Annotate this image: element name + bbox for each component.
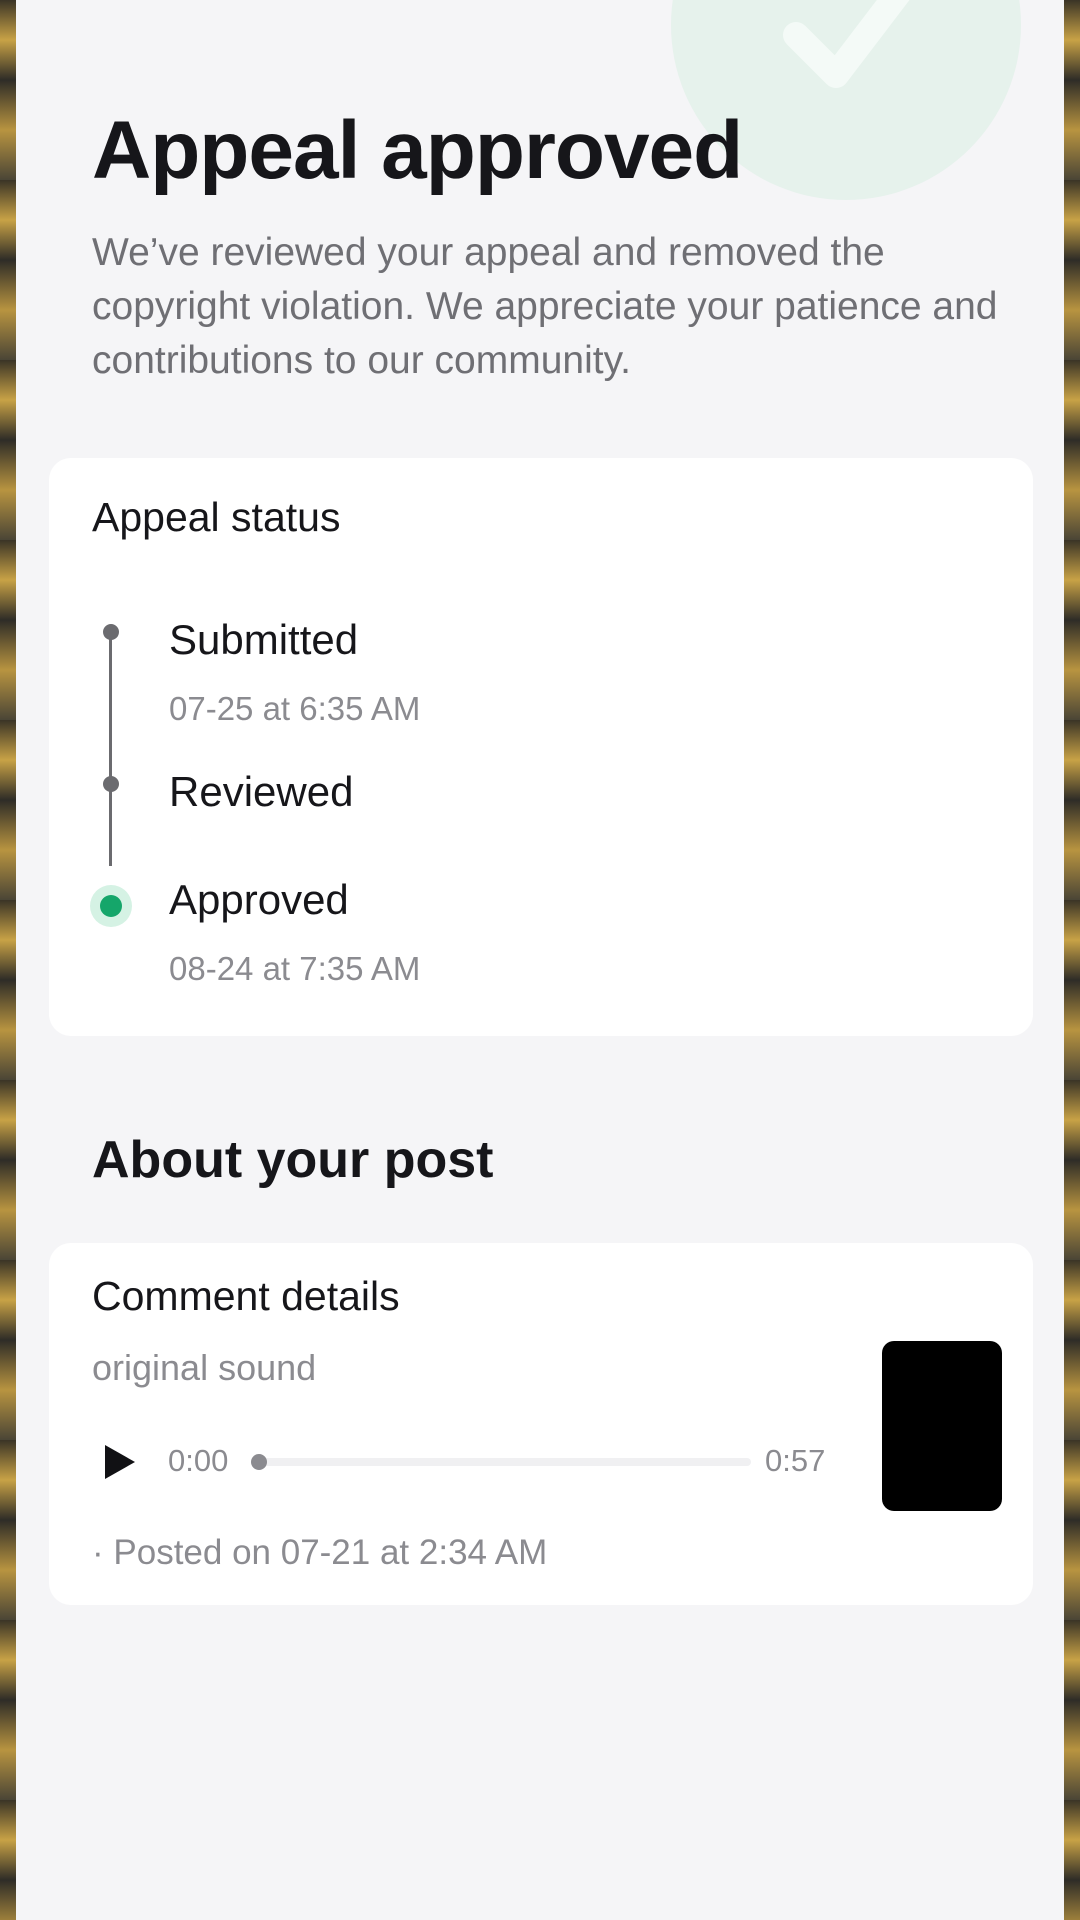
audio-progress-thumb[interactable] [251,1454,267,1470]
step-label-reviewed: Reviewed [169,768,354,815]
timeline-dot-reviewed [103,776,119,792]
audio-progress-slider[interactable] [251,1454,751,1470]
page-title: Appeal approved [92,105,743,196]
about-post-heading: About your post [92,1131,494,1189]
timeline-dot-approved [90,885,132,927]
comment-details-title: Comment details [92,1273,400,1319]
background-image-right-edge [1064,0,1080,1920]
sound-name: original sound [92,1347,317,1388]
page-description: We’ve reviewed your appeal and removed t… [92,231,998,382]
step-label-approved: Approved [169,876,349,923]
timeline-line [109,634,112,866]
comment-details-card: Comment details original sound 0:00 0:57… [49,1243,1033,1605]
appeal-status-card: Appeal status Submitted 07-25 at 6:35 AM… [49,458,1033,1036]
checkmark-icon [783,0,910,88]
background-image-left-edge [0,0,16,1920]
appeal-result-sheet: Appeal approved We’ve reviewed your appe… [16,0,1064,1920]
play-icon[interactable] [97,1440,141,1484]
audio-duration: 0:57 [765,1443,826,1478]
audio-current-time: 0:00 [168,1443,229,1478]
appeal-status-title: Appeal status [92,494,341,540]
timeline-dot-submitted [103,624,119,640]
step-time-submitted: 07-25 at 6:35 AM [169,690,421,727]
step-label-submitted: Submitted [169,616,359,663]
posted-date: · Posted on 07-21 at 2:34 AM [92,1533,548,1572]
post-thumbnail[interactable] [882,1341,1002,1511]
step-time-approved: 08-24 at 7:35 AM [169,950,421,987]
